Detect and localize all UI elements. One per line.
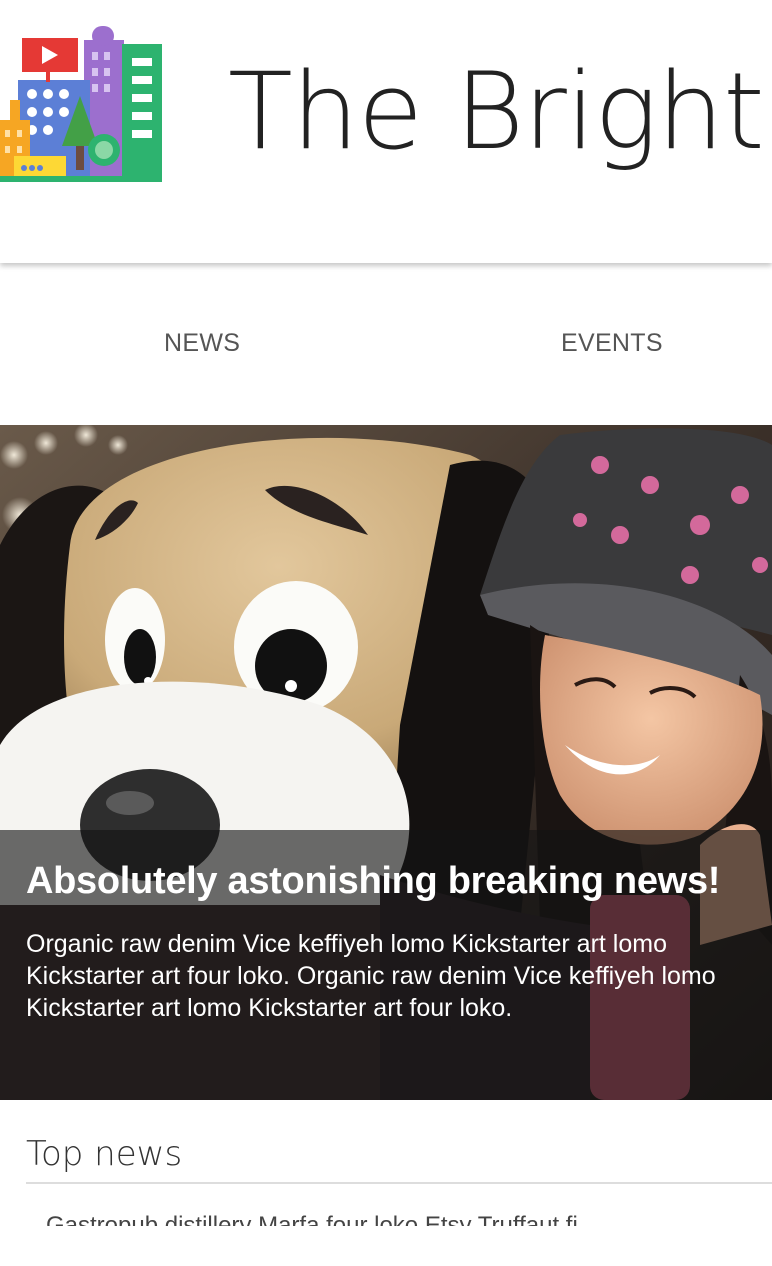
city-buildings-logo-icon[interactable]	[0, 22, 162, 184]
list-item[interactable]: Gastropub distillery Marfa four loko Ets…	[26, 1212, 772, 1226]
top-news-section: Top news Gastropub distillery Marfa four…	[26, 1130, 772, 1226]
app-header: The Brighto	[0, 0, 772, 263]
hero-caption: Absolutely astonishing breaking news! Or…	[0, 830, 772, 1100]
tab-events[interactable]: EVENTS	[561, 329, 663, 358]
hero-body: Organic raw denim Vice keffiyeh lomo Kic…	[26, 930, 716, 1022]
bottom-edge	[0, 1226, 772, 1266]
section-title: Top news	[26, 1134, 183, 1174]
hero-card[interactable]: Absolutely astonishing breaking news! Or…	[0, 425, 772, 1100]
hero-headline[interactable]: Absolutely astonishing breaking news!	[26, 858, 746, 904]
site-title: The Brighto	[228, 50, 772, 173]
tab-news[interactable]: NEWS	[164, 329, 240, 358]
nav-tabs: NEWS EVENTS	[0, 263, 772, 425]
section-divider	[26, 1182, 772, 1184]
